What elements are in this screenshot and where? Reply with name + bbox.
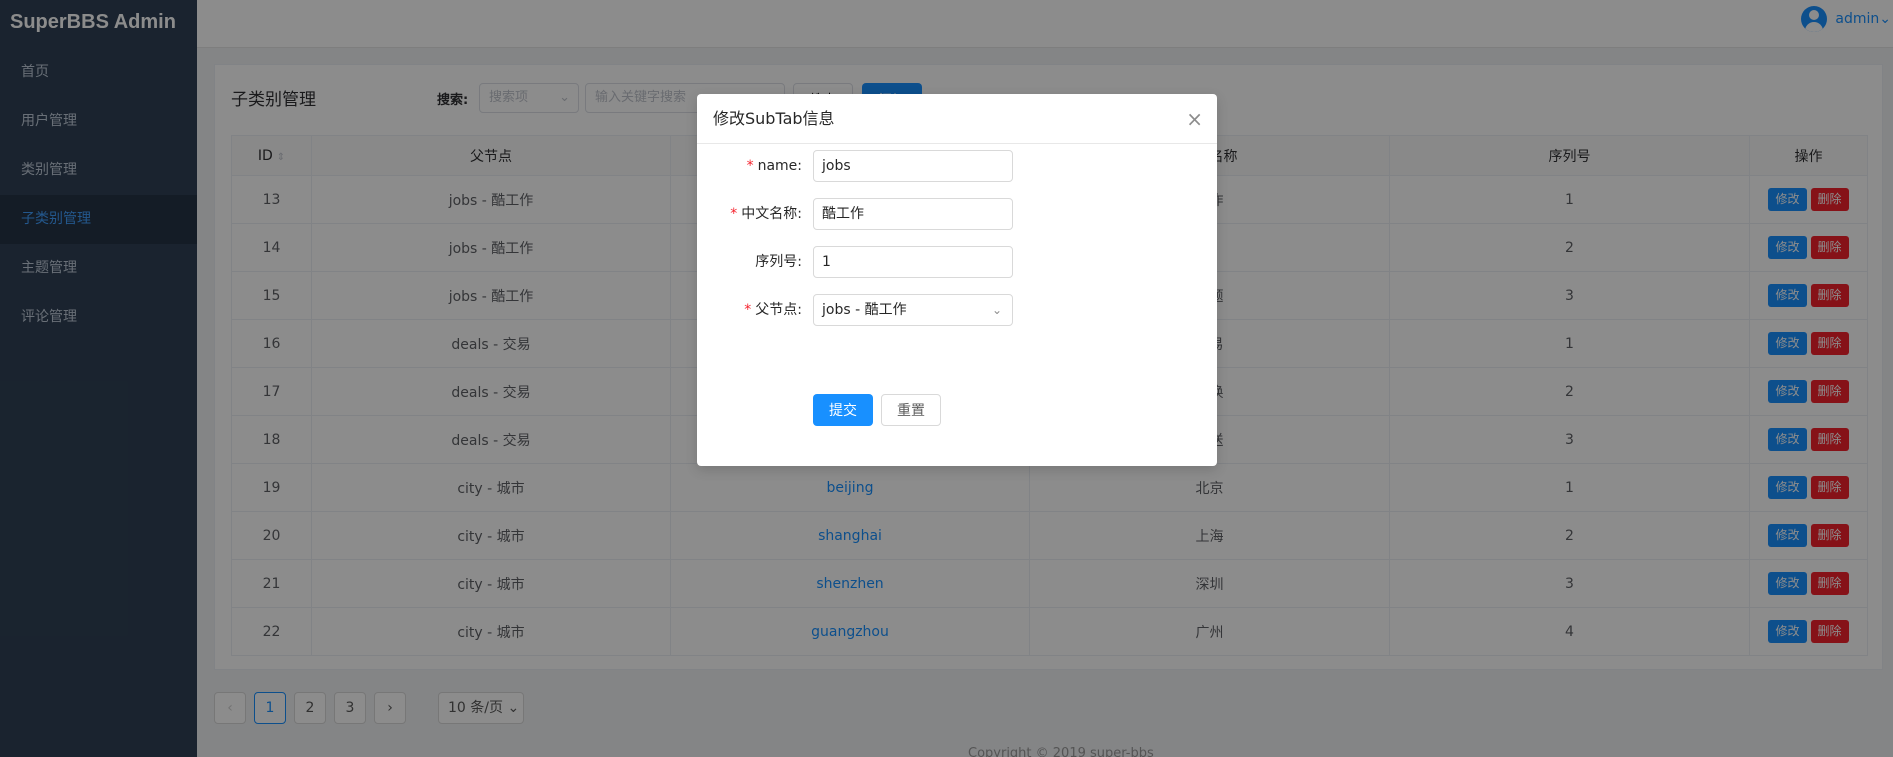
cn-name-input[interactable]: 酷工作 (813, 198, 1013, 230)
edit-subtab-modal: 修改SubTab信息 × * name: jobs * 中文名称: 酷工作 序列号:… (697, 94, 1217, 466)
parent-label: * 父节点: (744, 302, 802, 318)
form-row-name: * name: jobs (697, 150, 1217, 182)
submit-button[interactable]: 提交 (813, 394, 873, 426)
seq-label: 序列号: (755, 254, 802, 270)
form-row-cn-name: * 中文名称: 酷工作 (697, 198, 1217, 230)
modal-title: 修改SubTab信息 (713, 109, 835, 128)
modal-header: 修改SubTab信息 × (697, 94, 1217, 144)
seq-input[interactable]: 1 (813, 246, 1013, 278)
cn-name-label: * 中文名称: (730, 206, 802, 222)
chevron-down-icon: ⌄ (991, 303, 1002, 317)
name-label: * name: (746, 158, 802, 174)
close-icon[interactable]: × (1186, 94, 1203, 144)
parent-select[interactable]: jobs - 酷工作 ⌄ (813, 294, 1013, 326)
form-row-seq: 序列号: 1 (697, 246, 1217, 278)
name-input[interactable]: jobs (813, 150, 1013, 182)
form-row-parent: * 父节点: jobs - 酷工作 ⌄ (697, 294, 1217, 326)
reset-button[interactable]: 重置 (881, 394, 941, 426)
